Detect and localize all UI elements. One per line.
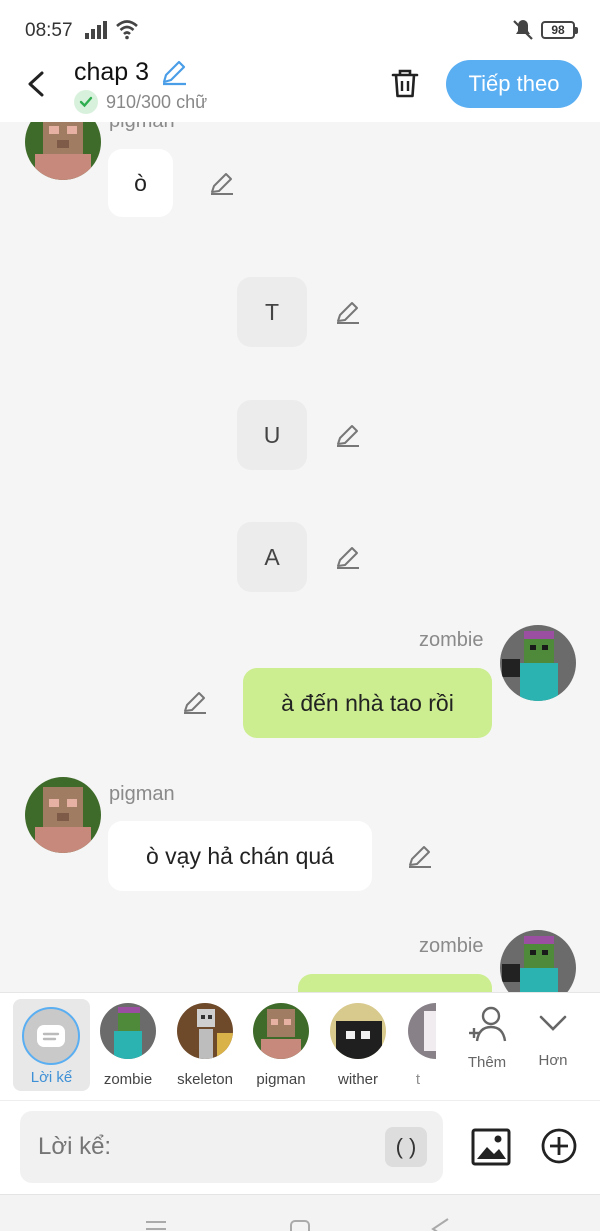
more-label: Hơn [538, 1052, 568, 1069]
narrator-option[interactable]: Lời kể [13, 999, 90, 1091]
character-avatar [408, 1003, 436, 1059]
character-selector: Lời kể zombie skeleton pigman wither t T… [0, 992, 600, 1100]
character-zombie[interactable]: zombie [93, 1003, 163, 1088]
edit-message-icon[interactable] [335, 544, 361, 570]
clock: 08:57 [25, 20, 73, 41]
message-bubble[interactable] [298, 974, 492, 992]
chapter-title: chap 3 [74, 58, 150, 86]
edit-message-icon[interactable] [335, 299, 361, 325]
add-label: Thêm [467, 1054, 507, 1071]
more-button[interactable]: Hơn [528, 1007, 578, 1069]
character-label: wither [337, 1071, 378, 1088]
speaker-name: zombie [419, 629, 484, 651]
speaker-name: pigman [109, 122, 175, 133]
character-label: pigman [256, 1071, 306, 1088]
character-skeleton[interactable]: skeleton [170, 1003, 240, 1088]
check-icon [74, 90, 98, 114]
character-partial[interactable]: t [400, 1003, 436, 1088]
character-label: zombie [103, 1071, 153, 1088]
narration-bubble[interactable]: A [237, 522, 307, 592]
message-bubble[interactable]: ò [108, 149, 173, 217]
message-bubble[interactable]: à đến nhà tao rồi [243, 668, 492, 738]
character-label: skeleton [177, 1071, 233, 1088]
status-bar: 08:57 98 [0, 0, 600, 58]
chat-bubble-icon [37, 1025, 65, 1047]
word-count: 910/300 chữ [74, 90, 207, 114]
pigman-avatar [25, 122, 101, 180]
action-parentheses-button[interactable]: ( ) [385, 1127, 427, 1167]
message-composer: ( ) [0, 1100, 600, 1194]
app-header: chap 3 910/300 chữ Tiếp theo [0, 58, 600, 122]
character-label: t [415, 1071, 421, 1088]
message-input[interactable] [20, 1111, 443, 1183]
speaker-name: zombie [419, 935, 484, 957]
character-wither[interactable]: wither [323, 1003, 393, 1088]
skeleton-avatar [177, 1003, 233, 1059]
pigman-avatar [25, 777, 101, 853]
narration-bubble[interactable]: U [237, 400, 307, 470]
wither-avatar [330, 1003, 386, 1059]
plus-circle-icon[interactable] [540, 1127, 578, 1165]
system-nav-bar [0, 1194, 600, 1231]
back-nav-icon[interactable] [428, 1217, 452, 1231]
edit-message-icon[interactable] [182, 689, 208, 715]
chevron-down-icon [539, 1015, 567, 1031]
edit-title-icon[interactable] [160, 58, 188, 86]
narration-bubble[interactable]: T [237, 277, 307, 347]
zombie-avatar [500, 625, 576, 701]
add-person-icon [469, 1006, 507, 1042]
edit-message-icon[interactable] [407, 843, 433, 869]
trash-icon[interactable] [388, 66, 422, 100]
battery-indicator: 98 [541, 21, 578, 39]
add-character-button[interactable]: Thêm [460, 1005, 514, 1071]
zombie-avatar [100, 1003, 156, 1059]
character-pigman[interactable]: pigman [246, 1003, 316, 1088]
vibrate-mute-icon [513, 20, 533, 40]
pigman-avatar [253, 1003, 309, 1059]
word-count-text: 910/300 chữ [106, 91, 208, 112]
narrator-avatar [22, 1007, 80, 1065]
back-arrow-icon[interactable] [22, 66, 52, 102]
signal-icon [85, 21, 107, 39]
narrator-label: Lời kể [30, 1069, 73, 1086]
image-icon[interactable] [470, 1127, 512, 1167]
home-icon[interactable] [288, 1219, 312, 1231]
message-bubble[interactable]: ò vạy hả chán quá [108, 821, 372, 891]
speaker-name: pigman [109, 783, 175, 805]
edit-message-icon[interactable] [209, 170, 235, 196]
wifi-icon [116, 20, 138, 40]
zombie-avatar [500, 930, 576, 992]
next-button[interactable]: Tiếp theo [446, 60, 582, 108]
menu-icon[interactable] [144, 1219, 168, 1231]
chat-area[interactable]: pigman ò T U A zombie à đến nhà tao rồi … [0, 122, 600, 992]
edit-message-icon[interactable] [335, 422, 361, 448]
